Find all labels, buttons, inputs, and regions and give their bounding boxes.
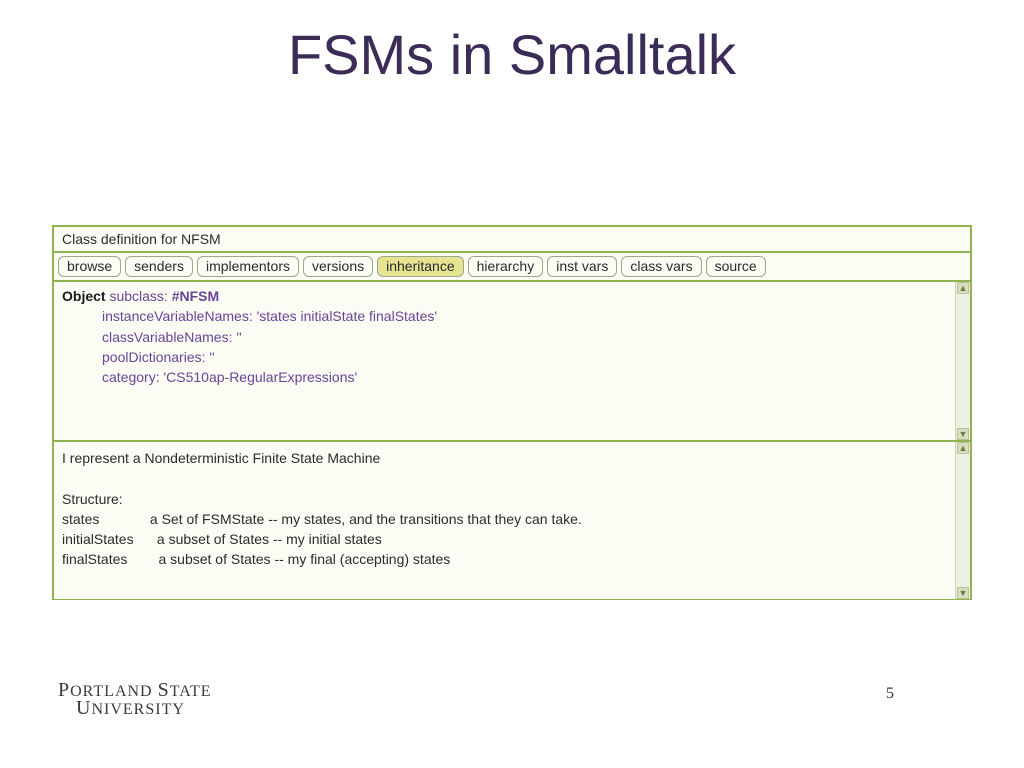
string-token: 'CS510ap-RegularExpressions'	[163, 369, 357, 385]
toolbar-button-versions[interactable]: versions	[303, 256, 373, 277]
university-logo: PORTLAND STATE UNIVERSITY	[58, 680, 212, 718]
keyword-token: classVariableNames:	[102, 329, 232, 345]
string-token: ''	[209, 349, 214, 365]
keyword-token: instanceVariableNames:	[102, 308, 253, 324]
slide-title: FSMs in Smalltalk	[0, 22, 1024, 87]
toolbar-button-inst-vars[interactable]: inst vars	[547, 256, 617, 277]
window-titlebar: Class definition for NFSM	[54, 227, 970, 253]
toolbar-button-inheritance[interactable]: inheritance	[377, 256, 464, 277]
scroll-down-icon[interactable]: ▼	[957, 428, 969, 440]
page-number: 5	[886, 685, 894, 703]
class-comment: I represent a Nondeterministic Finite St…	[62, 448, 952, 570]
smalltalk-browser-window: Class definition for NFSM browsesendersi…	[52, 225, 972, 600]
toolbar-button-browse[interactable]: browse	[58, 256, 121, 277]
toolbar-button-senders[interactable]: senders	[125, 256, 193, 277]
string-token: ''	[236, 329, 241, 345]
class-name: #NFSM	[172, 288, 219, 304]
class-definition-source: Object subclass: #NFSM instanceVariableN…	[62, 286, 952, 387]
toolbar-button-implementors[interactable]: implementors	[197, 256, 299, 277]
toolbar-button-hierarchy[interactable]: hierarchy	[468, 256, 544, 277]
code-scrollbar[interactable]: ▲ ▼	[955, 282, 970, 440]
toolbar: browsesendersimplementorsversionsinherit…	[54, 253, 970, 282]
keyword-token: poolDictionaries:	[102, 349, 206, 365]
logo-text: U	[76, 697, 91, 719]
comment-pane[interactable]: I represent a Nondeterministic Finite St…	[54, 442, 970, 599]
scroll-up-icon[interactable]: ▲	[957, 442, 969, 454]
string-token: 'states initialState finalStates'	[257, 308, 437, 324]
comment-scrollbar[interactable]: ▲ ▼	[955, 442, 970, 599]
logo-text: NIVERSITY	[91, 701, 184, 718]
toolbar-button-class-vars[interactable]: class vars	[621, 256, 701, 277]
code-pane[interactable]: Object subclass: #NFSM instanceVariableN…	[54, 282, 970, 442]
toolbar-button-source[interactable]: source	[706, 256, 766, 277]
scroll-up-icon[interactable]: ▲	[957, 282, 969, 294]
subclass-keyword: subclass:	[106, 288, 172, 304]
keyword-token: category:	[102, 369, 160, 385]
scroll-down-icon[interactable]: ▼	[957, 587, 969, 599]
object-token: Object	[62, 288, 106, 304]
logo-text: P	[58, 679, 70, 701]
